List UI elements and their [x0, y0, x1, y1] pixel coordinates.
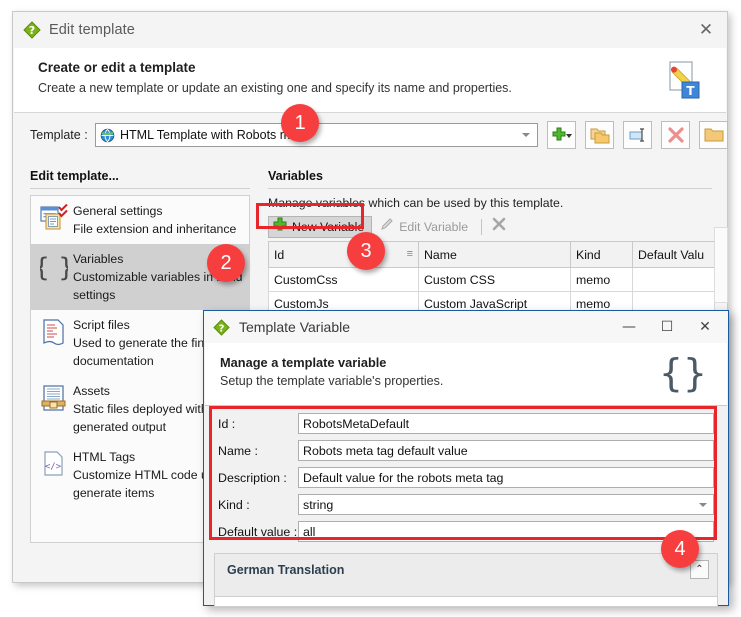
maximize-icon[interactable]: ☐ — [648, 312, 686, 342]
close-icon[interactable]: ✕ — [695, 19, 717, 41]
variables-heading-rule — [268, 188, 712, 189]
nav-heading-wrap: Edit template... — [30, 169, 250, 188]
rename-template-button[interactable] — [623, 121, 652, 149]
dialog-window-controls: — ☐ ✕ — [610, 311, 724, 343]
edit-variable-label: Edit Variable — [399, 219, 469, 234]
green-diamond-question-icon: ? — [23, 21, 41, 39]
sidebar-item-desc: Used to generate the final documentation — [73, 336, 214, 368]
pencil-icon — [380, 217, 394, 236]
column-header-name[interactable]: Name — [418, 241, 571, 268]
general-settings-icon — [37, 202, 71, 238]
new-template-button[interactable] — [547, 121, 576, 149]
annotation-badge-2: 2 — [207, 244, 245, 282]
highlight-new-variable — [256, 203, 364, 229]
cell-default — [632, 267, 715, 292]
nav-heading: Edit template... — [30, 169, 119, 183]
template-selector-row: Template : HTML Template with Robots met… — [13, 113, 728, 159]
window-title: Edit template — [49, 22, 135, 38]
dialog-header: Manage a template variable Setup the tem… — [205, 343, 727, 406]
svg-text:?: ? — [29, 24, 35, 37]
cell-id: CustomCss — [268, 267, 419, 292]
sidebar-item-title: Variables — [73, 252, 124, 266]
column-header-id-label: Id — [274, 247, 285, 262]
german-translation-body — [214, 597, 718, 607]
template-label: Template : — [30, 128, 88, 142]
dialog-header-subtitle: Setup the template variable's properties… — [220, 374, 444, 388]
cell-name: Custom CSS — [418, 267, 571, 292]
window-header: Create or edit a template Create a new t… — [14, 48, 726, 113]
script-file-icon — [37, 316, 71, 370]
variables-heading: Variables — [268, 169, 323, 183]
dialog-header-title: Manage a template variable — [220, 355, 387, 370]
table-vertical-scrollbar[interactable] — [714, 227, 728, 303]
annotation-badge-3: 3 — [347, 232, 385, 270]
chevron-down-icon[interactable] — [522, 133, 530, 137]
sidebar-item-title: HTML Tags — [73, 450, 136, 464]
sidebar-item-title: Script files — [73, 318, 130, 332]
svg-text:?: ? — [219, 323, 225, 334]
cell-kind: memo — [570, 267, 633, 292]
globe-icon — [100, 128, 115, 143]
grey-x-icon — [492, 217, 506, 236]
annotation-badge-1: 1 — [281, 104, 319, 142]
column-header-kind[interactable]: Kind — [570, 241, 633, 268]
page-title: Create or edit a template — [38, 60, 196, 75]
page-subtitle: Create a new template or update an exist… — [38, 81, 512, 95]
edit-variable-button[interactable]: Edit Variable — [376, 216, 475, 238]
braces-icon: { } — [37, 250, 71, 304]
close-icon[interactable]: ✕ — [686, 312, 724, 342]
column-header-default-value[interactable]: Default Valu — [632, 241, 715, 268]
sidebar-item-title: General settings — [73, 204, 163, 218]
edit-text-document-icon: T — [666, 60, 704, 100]
annotation-badge-4: 4 — [661, 530, 699, 568]
dialog-title: Template Variable — [239, 319, 351, 335]
table-row[interactable]: CustomCss Custom CSS memo — [268, 267, 715, 292]
assets-icon — [37, 382, 71, 436]
svg-text:</>: </> — [45, 462, 62, 472]
html-tags-icon: </> — [37, 448, 71, 502]
table-header-row: Id ≡ Name Kind Default Valu — [268, 241, 715, 268]
sidebar-item-text: General settings File extension and inhe… — [71, 202, 236, 238]
column-header-id[interactable]: Id ≡ — [268, 241, 419, 268]
delete-template-button[interactable] — [661, 121, 690, 149]
german-translation-group: German Translation ⌃ — [214, 553, 718, 597]
sidebar-item-title: Assets — [73, 384, 110, 398]
template-value: HTML Template with Robots meta — [120, 128, 308, 142]
dialog-titlebar: ? Template Variable — ☐ ✕ — [204, 311, 728, 343]
highlight-variable-form — [209, 406, 717, 540]
braces-icon: { } — [658, 351, 707, 395]
duplicate-template-button[interactable] — [585, 121, 614, 149]
sidebar-item-desc: File extension and inheritance — [73, 222, 237, 236]
toolbar-separator — [481, 218, 483, 235]
svg-text:{ }: { } — [40, 253, 68, 282]
minimize-icon[interactable]: — — [610, 312, 648, 342]
german-translation-title: German Translation — [227, 563, 345, 577]
svg-text:T: T — [686, 84, 695, 98]
delete-variable-button[interactable] — [488, 216, 513, 238]
nav-heading-rule — [30, 188, 250, 189]
green-diamond-question-icon: ? — [213, 318, 230, 336]
open-folder-button[interactable] — [699, 121, 728, 149]
sort-indicator-icon[interactable]: ≡ — [407, 248, 413, 261]
sidebar-item-general-settings[interactable]: General settings File extension and inhe… — [31, 196, 249, 244]
screenshot-root: ? Edit template ✕ Create or edit a templ… — [0, 0, 741, 617]
window-titlebar: ? Edit template ✕ — [13, 12, 727, 48]
